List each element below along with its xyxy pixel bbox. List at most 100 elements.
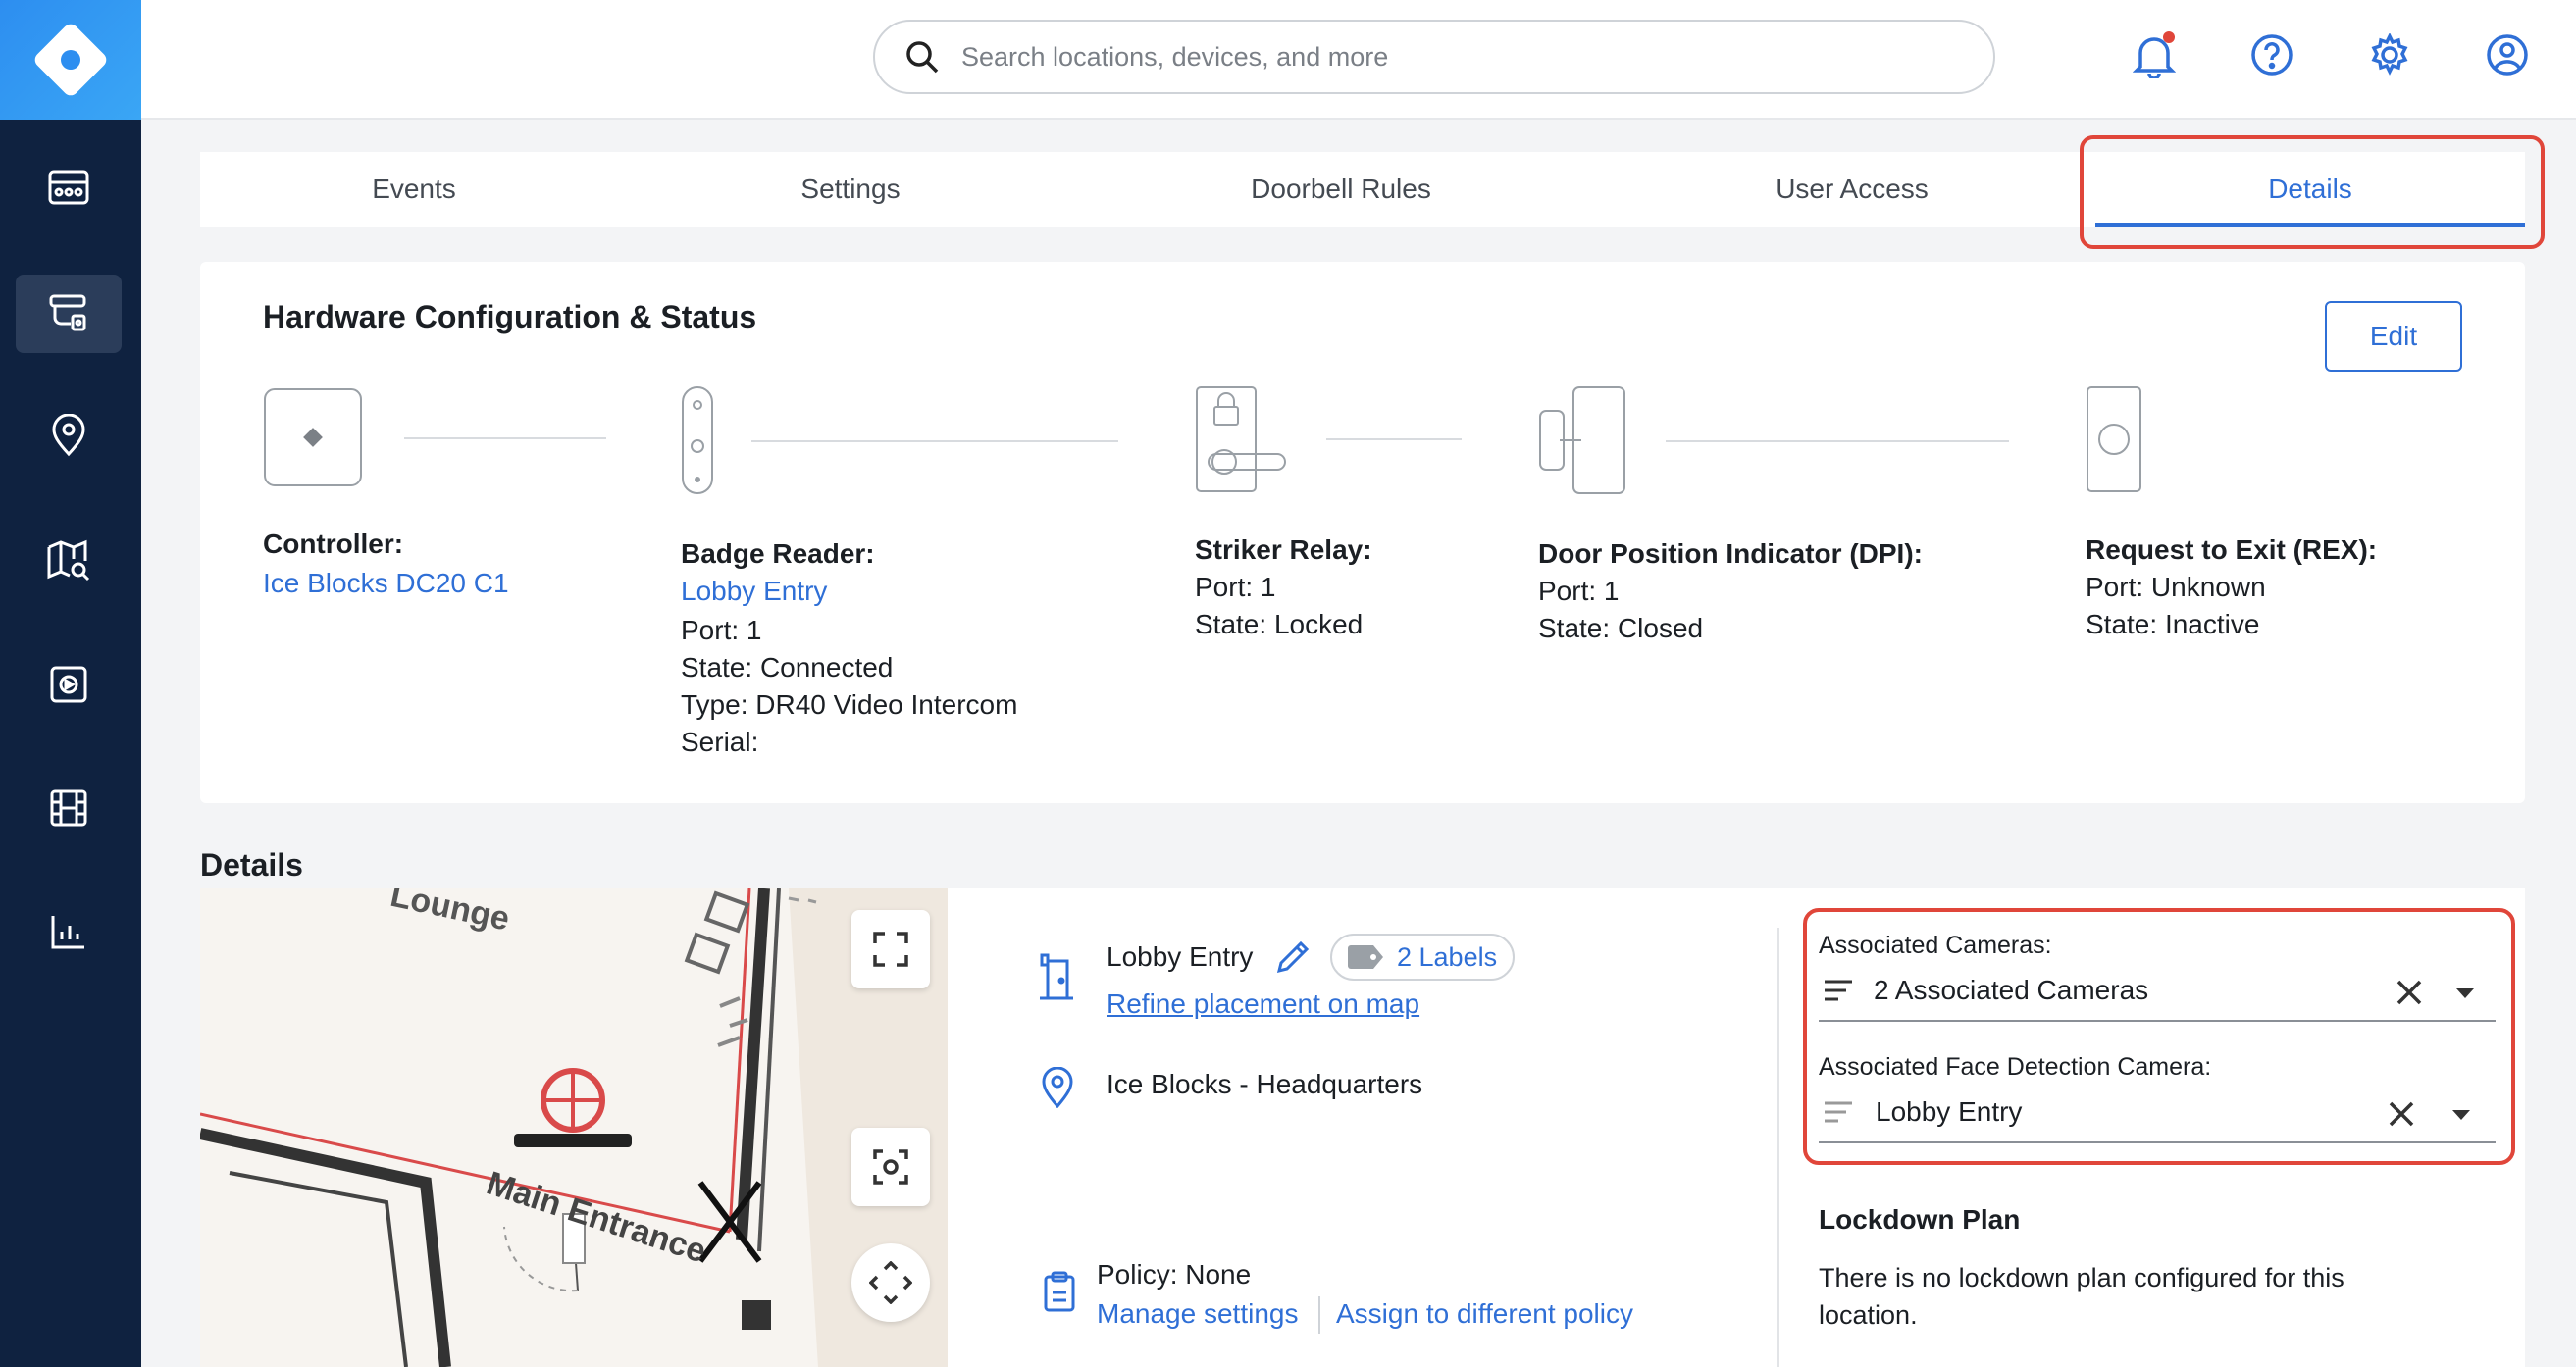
column-divider	[1777, 928, 1779, 1367]
tab-events[interactable]: Events	[200, 152, 628, 227]
rex-state: State: Inactive	[2086, 609, 2260, 639]
rex-port: Port: Unknown	[2086, 572, 2266, 602]
focus-icon	[873, 1149, 908, 1185]
dpi-port: Port: 1	[1538, 576, 1620, 606]
dashboard-icon	[48, 170, 89, 205]
details-title: Details	[200, 847, 303, 883]
search-input[interactable]	[961, 41, 1942, 73]
face-camera-underline	[1819, 1141, 2496, 1143]
sidebar	[0, 0, 141, 1367]
floor-plan-drawing: Lounge Main Entrance	[200, 888, 948, 1367]
logo-icon	[34, 24, 107, 96]
striker-relay-state: State: Locked	[1195, 609, 1364, 639]
tab-user-access[interactable]: User Access	[1609, 152, 2095, 227]
striker-relay-label: Striker Relay:	[1195, 534, 1372, 565]
tab-doorbell-rules[interactable]: Doorbell Rules	[1073, 152, 1609, 227]
lock-icon	[1196, 386, 1286, 492]
details-tab-highlight	[2080, 135, 2545, 249]
chevron-down-icon[interactable]	[2454, 987, 2476, 1000]
connector-line	[1666, 440, 2009, 442]
tab-settings[interactable]: Settings	[628, 152, 1073, 227]
link-divider	[1318, 1296, 1320, 1334]
bell-icon	[2133, 31, 2176, 78]
lockdown-plan-title: Lockdown Plan	[1819, 1204, 2021, 1235]
striker-relay-port: Port: 1	[1195, 572, 1276, 602]
camera-icon	[50, 666, 87, 703]
map-fullscreen-button[interactable]	[851, 910, 930, 988]
connector-line	[751, 440, 1118, 442]
labels-count: 2 Labels	[1397, 941, 1498, 972]
top-header	[141, 0, 2576, 120]
edit-button[interactable]: Edit	[2325, 301, 2462, 372]
search-bar[interactable]	[873, 20, 1995, 94]
analytics-icon	[51, 916, 84, 949]
policy-status: Policy: None	[1097, 1259, 1252, 1290]
fullscreen-icon	[873, 932, 908, 967]
dpi-state: State: Closed	[1538, 613, 1704, 643]
face-camera-select[interactable]: Lobby Entry	[1876, 1096, 2022, 1128]
connector-line	[1326, 438, 1462, 440]
controller-label: Controller:	[263, 529, 404, 559]
edit-pencil-icon[interactable]	[1275, 939, 1311, 975]
map-recenter-button[interactable]	[851, 1128, 930, 1206]
sidebar-item-cameras[interactable]	[16, 645, 122, 724]
badge-reader-icon	[682, 386, 713, 494]
sidebar-item-maps[interactable]	[16, 522, 122, 600]
sidebar-item-locations[interactable]	[16, 396, 122, 475]
door-icon	[1040, 953, 1073, 1000]
gear-icon	[2371, 33, 2408, 76]
access-control-icon	[49, 294, 86, 331]
badge-reader-serial: Serial:	[681, 727, 759, 757]
sidebar-item-analytics[interactable]	[16, 892, 122, 971]
clear-icon[interactable]	[2396, 979, 2423, 1006]
user-icon	[2487, 34, 2528, 76]
badge-reader-label: Badge Reader:	[681, 538, 875, 569]
logo[interactable]	[0, 0, 141, 120]
move-icon	[869, 1261, 912, 1304]
badge-reader-port: Port: 1	[681, 615, 762, 645]
face-camera-label: Associated Face Detection Camera:	[1819, 1053, 2212, 1081]
controller-link[interactable]: Ice Blocks DC20 C1	[263, 568, 509, 599]
hardware-config-title: Hardware Configuration & Status	[263, 299, 757, 334]
help-icon	[2251, 34, 2293, 76]
connector-line	[404, 437, 606, 439]
floor-map[interactable]: Lounge Main Entrance	[200, 888, 948, 1367]
manage-settings-link[interactable]: Manage settings	[1097, 1298, 1298, 1330]
user-menu-button[interactable]	[2478, 25, 2537, 84]
rex-label: Request to Exit (REX):	[2086, 534, 2378, 565]
dpi-label: Door Position Indicator (DPI):	[1538, 538, 1923, 569]
settings-button[interactable]	[2360, 25, 2419, 84]
notifications-button[interactable]	[2125, 25, 2184, 84]
location-pin-icon	[52, 414, 85, 457]
lockdown-plan-text: There is no lockdown plan configured for…	[1819, 1263, 2344, 1330]
location-pin-icon	[1042, 1067, 1073, 1108]
list-icon	[1825, 980, 1852, 1001]
sidebar-item-dashboard[interactable]	[16, 149, 122, 228]
badge-reader-type: Type: DR40 Video Intercom	[681, 689, 1018, 720]
refine-placement-link[interactable]: Refine placement on map	[1107, 988, 1419, 1020]
list-icon	[1825, 1101, 1852, 1123]
chevron-down-icon[interactable]	[2450, 1108, 2472, 1122]
associated-cameras-select[interactable]: 2 Associated Cameras	[1874, 975, 2148, 1006]
clear-icon[interactable]	[2388, 1100, 2415, 1128]
door-name: Lobby Entry	[1107, 941, 1254, 972]
details-card: Lounge Main Entrance Lobby Entry 2 Label…	[200, 888, 2525, 1367]
sidebar-item-access-control[interactable]	[16, 275, 122, 353]
assign-policy-link[interactable]: Assign to different policy	[1336, 1298, 1633, 1330]
hardware-config-card: Hardware Configuration & Status Edit Con…	[200, 262, 2525, 803]
film-icon	[50, 789, 87, 827]
labels-badge[interactable]: 2 Labels	[1330, 934, 1516, 981]
badge-reader-link[interactable]: Lobby Entry	[681, 576, 827, 607]
sidebar-item-recordings[interactable]	[16, 769, 122, 847]
associated-cameras-underline	[1819, 1020, 2496, 1022]
request-to-exit-icon	[2087, 386, 2141, 492]
map-pan-button[interactable]	[851, 1243, 930, 1322]
clipboard-icon	[1044, 1271, 1075, 1312]
map-search-icon	[47, 539, 90, 582]
door-sensor-icon	[1539, 386, 1625, 494]
tag-icon	[1348, 945, 1383, 969]
controller-icon	[264, 388, 362, 486]
location-name: Ice Blocks - Headquarters	[1107, 1069, 1423, 1099]
search-icon	[906, 41, 939, 74]
help-button[interactable]	[2242, 25, 2301, 84]
